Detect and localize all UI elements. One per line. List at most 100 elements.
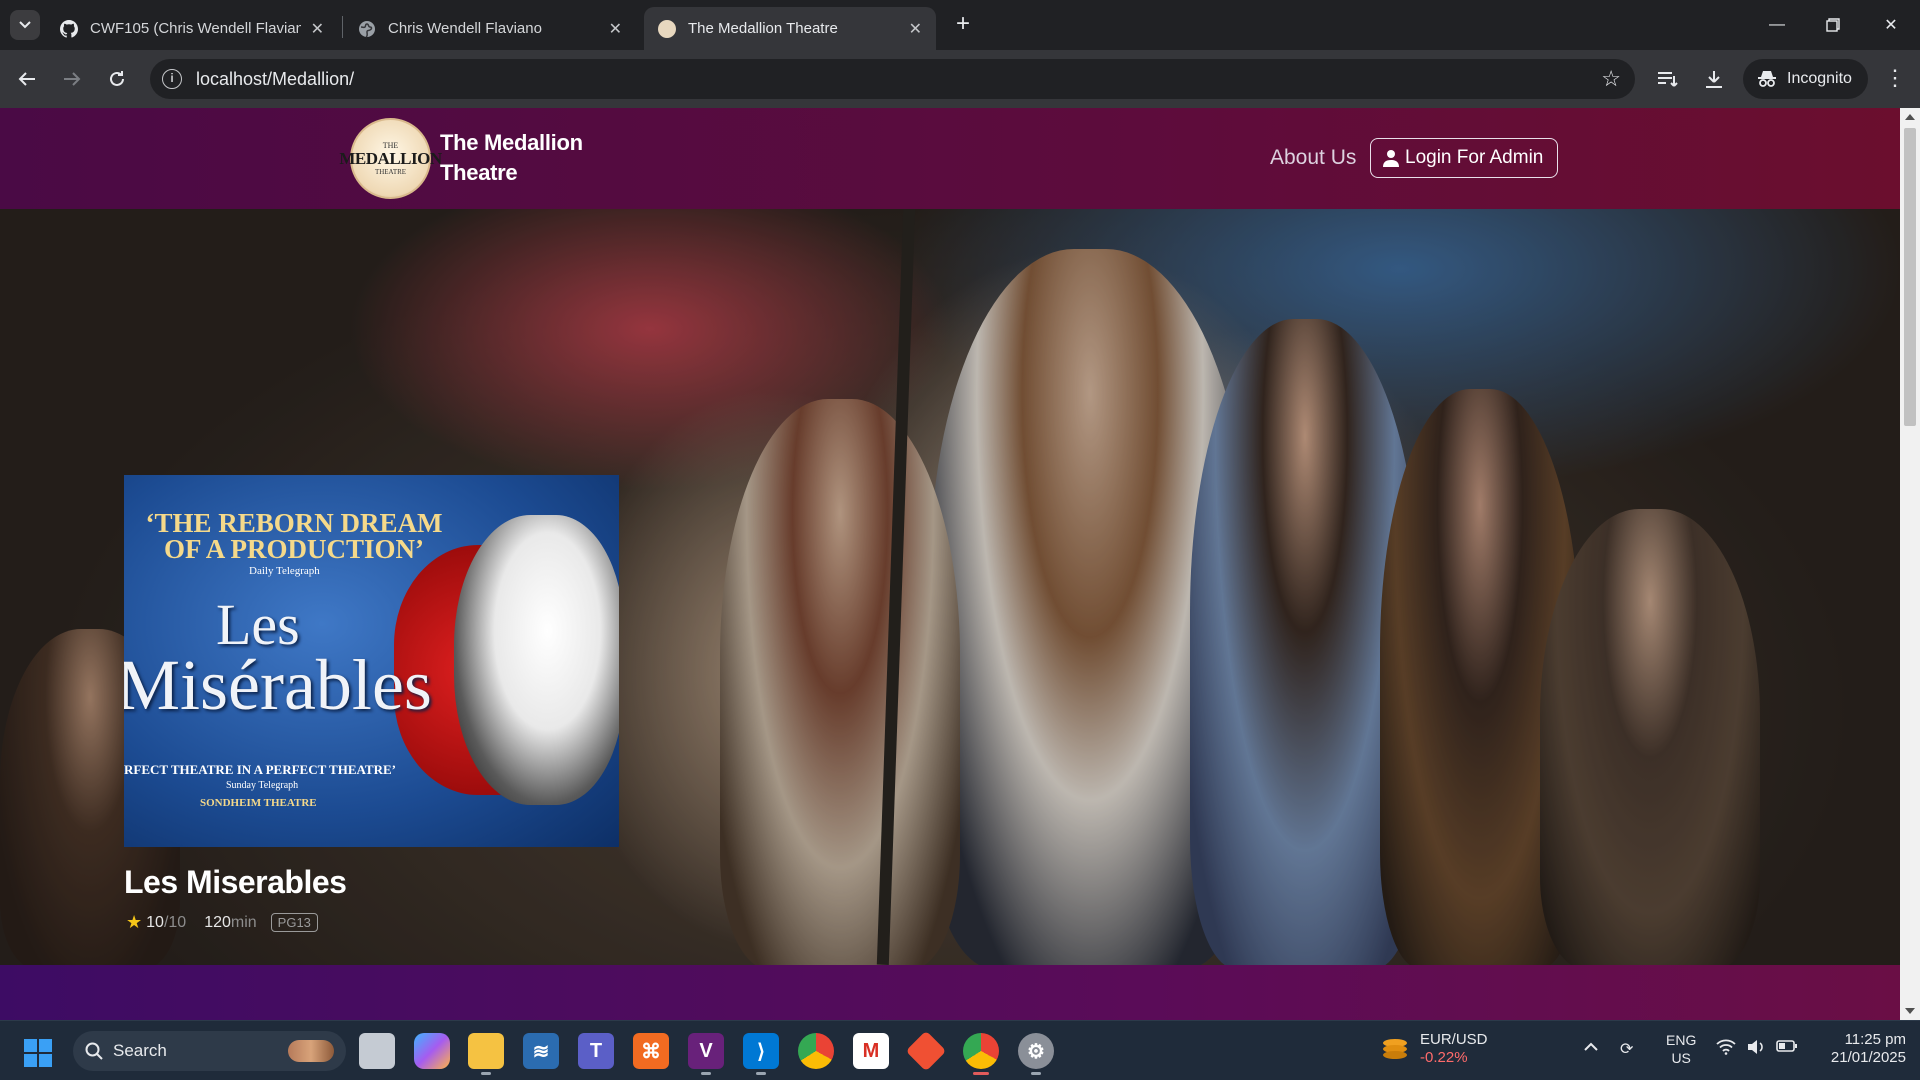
user-icon bbox=[1383, 150, 1399, 167]
scrollbar-thumb[interactable] bbox=[1904, 128, 1916, 426]
settings-gear-icon[interactable]: ⚙ bbox=[1018, 1033, 1054, 1075]
poster-venue: SONDHEIM THEATRE bbox=[200, 797, 317, 809]
show-title[interactable]: Les Miserables bbox=[124, 864, 347, 901]
fx-pair: EUR/USD bbox=[1420, 1031, 1488, 1048]
chrome-incognito-icon[interactable] bbox=[963, 1033, 999, 1075]
input-language[interactable]: ENG US bbox=[1666, 1031, 1696, 1067]
poster-tagline: RFECT THEATRE IN A PERFECT THEATRE’ bbox=[124, 762, 396, 777]
file-explorer-icon[interactable] bbox=[468, 1033, 504, 1075]
minimize-icon[interactable]: — bbox=[1762, 10, 1792, 40]
fx-change: -0.22% bbox=[1420, 1049, 1468, 1066]
logo-text-main: MEDALLION bbox=[339, 149, 442, 168]
sync-icon[interactable]: ⟳ bbox=[1620, 1039, 1633, 1059]
close-icon[interactable]: ✕ bbox=[909, 19, 922, 39]
restore-icon[interactable] bbox=[1818, 10, 1848, 40]
reading-list-icon[interactable] bbox=[1654, 65, 1682, 93]
incognito-badge[interactable]: Incognito bbox=[1743, 59, 1868, 99]
poster-tagline-source: Sunday Telegraph bbox=[226, 780, 299, 791]
section-band bbox=[0, 965, 1900, 1020]
medallion-favicon bbox=[658, 19, 676, 38]
nav-about-us[interactable]: About Us bbox=[1270, 146, 1356, 170]
github-icon bbox=[60, 19, 78, 38]
chevron-down-icon bbox=[19, 21, 31, 29]
login-admin-label: Login For Admin bbox=[1405, 147, 1544, 168]
show-meta: ★ 10 /10 120 min PG13 bbox=[126, 912, 318, 933]
windows-start-icon[interactable] bbox=[24, 1039, 52, 1067]
vscode-icon[interactable]: ⟩ bbox=[743, 1033, 779, 1075]
tab-title: CWF105 (Chris Wendell Flaviano bbox=[90, 20, 301, 37]
git-icon[interactable] bbox=[905, 1030, 947, 1072]
show-hidden-icons-icon[interactable] bbox=[1584, 1039, 1598, 1057]
star-icon: ★ bbox=[126, 912, 143, 932]
url-text[interactable]: localhost/Medallion/ bbox=[196, 69, 354, 90]
stocks-widget-icon[interactable] bbox=[1380, 1035, 1410, 1065]
show-duration: 120 bbox=[204, 913, 231, 931]
tab-github[interactable]: CWF105 (Chris Wendell Flaviano ✕ bbox=[46, 7, 338, 50]
stack-app-icon[interactable]: ≋ bbox=[523, 1033, 559, 1069]
scroll-down-icon[interactable] bbox=[1905, 1008, 1915, 1014]
browser-toolbar: i localhost/Medallion/ ☆ Incognito ⋮ bbox=[0, 50, 1920, 108]
chrome-icon[interactable] bbox=[798, 1033, 834, 1069]
taskbar-search[interactable]: Search bbox=[73, 1031, 346, 1071]
stocks-widget[interactable]: EUR/USD -0.22% bbox=[1420, 1031, 1488, 1067]
battery-icon[interactable] bbox=[1776, 1039, 1798, 1058]
task-view-icon[interactable] bbox=[359, 1033, 395, 1069]
wifi-icon[interactable] bbox=[1716, 1039, 1736, 1060]
menu-kebab-icon[interactable]: ⋮ bbox=[1880, 64, 1910, 94]
login-admin-button[interactable]: Login For Admin bbox=[1370, 138, 1559, 178]
tab-portfolio[interactable]: Chris Wendell Flaviano ✕ bbox=[344, 7, 636, 50]
page-viewport: THE MEDALLION THEATRE The Medallion Thea… bbox=[0, 108, 1900, 1020]
close-icon[interactable]: ✕ bbox=[609, 19, 622, 39]
gmail-icon[interactable]: M bbox=[853, 1033, 889, 1069]
tab-search-button[interactable] bbox=[10, 10, 40, 40]
teams-icon[interactable]: T bbox=[578, 1033, 614, 1069]
scroll-up-icon[interactable] bbox=[1905, 114, 1915, 120]
new-tab-button[interactable]: + bbox=[950, 12, 976, 38]
globe-icon bbox=[358, 20, 376, 38]
poster-quote: ‘THE REBORN DREAM OF A PRODUCTION’ bbox=[124, 510, 464, 564]
language-code: ENG bbox=[1666, 1032, 1697, 1048]
poster-title-miserables: Misérables bbox=[124, 645, 432, 725]
address-bar[interactable]: i localhost/Medallion/ ☆ bbox=[150, 59, 1635, 99]
system-clock[interactable]: 11:25 pm 21/01/2025 bbox=[1816, 1031, 1906, 1067]
bookmark-star-icon[interactable]: ☆ bbox=[1601, 66, 1621, 92]
page-scrollbar[interactable] bbox=[1900, 108, 1920, 1020]
tab-divider bbox=[342, 16, 343, 38]
browser-tabstrip: CWF105 (Chris Wendell Flaviano ✕ Chris W… bbox=[0, 0, 1920, 50]
copilot-icon[interactable] bbox=[414, 1033, 450, 1069]
clock-time: 11:25 pm bbox=[1844, 1031, 1906, 1048]
windows-taskbar: Search ≋ T ⌘ V ⟩ M ⚙ EUR/USD -0.22% ⟳ EN… bbox=[0, 1020, 1920, 1080]
back-icon[interactable] bbox=[12, 64, 42, 94]
forward-icon[interactable] bbox=[57, 64, 87, 94]
reload-icon[interactable] bbox=[102, 64, 132, 94]
logo-text-bottom: THEATRE bbox=[374, 168, 407, 176]
show-poster[interactable]: ‘THE REBORN DREAM OF A PRODUCTION’ Daily… bbox=[124, 475, 619, 847]
keyboard-region: US bbox=[1671, 1050, 1691, 1066]
poster-quote-source: Daily Telegraph bbox=[249, 565, 320, 577]
xampp-icon[interactable]: ⌘ bbox=[633, 1033, 669, 1069]
incognito-icon bbox=[1758, 71, 1776, 87]
close-icon[interactable]: ✕ bbox=[311, 19, 324, 39]
visual-studio-icon[interactable]: V bbox=[688, 1033, 724, 1075]
incognito-label: Incognito bbox=[1787, 70, 1852, 87]
show-score-max: /10 bbox=[163, 913, 187, 931]
site-info-icon[interactable]: i bbox=[162, 69, 182, 89]
show-score: 10 bbox=[146, 913, 164, 931]
window-close-icon[interactable]: ✕ bbox=[1876, 10, 1906, 40]
search-icon bbox=[85, 1042, 103, 1060]
poster-cosette-art bbox=[454, 515, 619, 805]
site-name-line-2: Theatre bbox=[440, 160, 518, 185]
site-logo[interactable]: THE MEDALLION THEATRE bbox=[339, 118, 442, 199]
tab-title: Chris Wendell Flaviano bbox=[388, 20, 542, 37]
poster-quote-line-2: OF A PRODUCTION’ bbox=[163, 534, 424, 564]
tab-medallion[interactable]: The Medallion Theatre ✕ bbox=[644, 7, 936, 50]
show-duration-unit: min bbox=[230, 913, 257, 931]
volume-icon[interactable] bbox=[1746, 1039, 1766, 1060]
taskbar-search-label: Search bbox=[113, 1041, 167, 1060]
site-name-line-1: The Medallion bbox=[440, 130, 583, 155]
age-rating-badge: PG13 bbox=[270, 913, 318, 932]
clock-date: 21/01/2025 bbox=[1830, 1049, 1906, 1066]
download-icon[interactable] bbox=[1700, 65, 1728, 93]
hero-banner: ‘THE REBORN DREAM OF A PRODUCTION’ Daily… bbox=[0, 209, 1900, 965]
site-name[interactable]: The Medallion Theatre bbox=[440, 128, 583, 188]
